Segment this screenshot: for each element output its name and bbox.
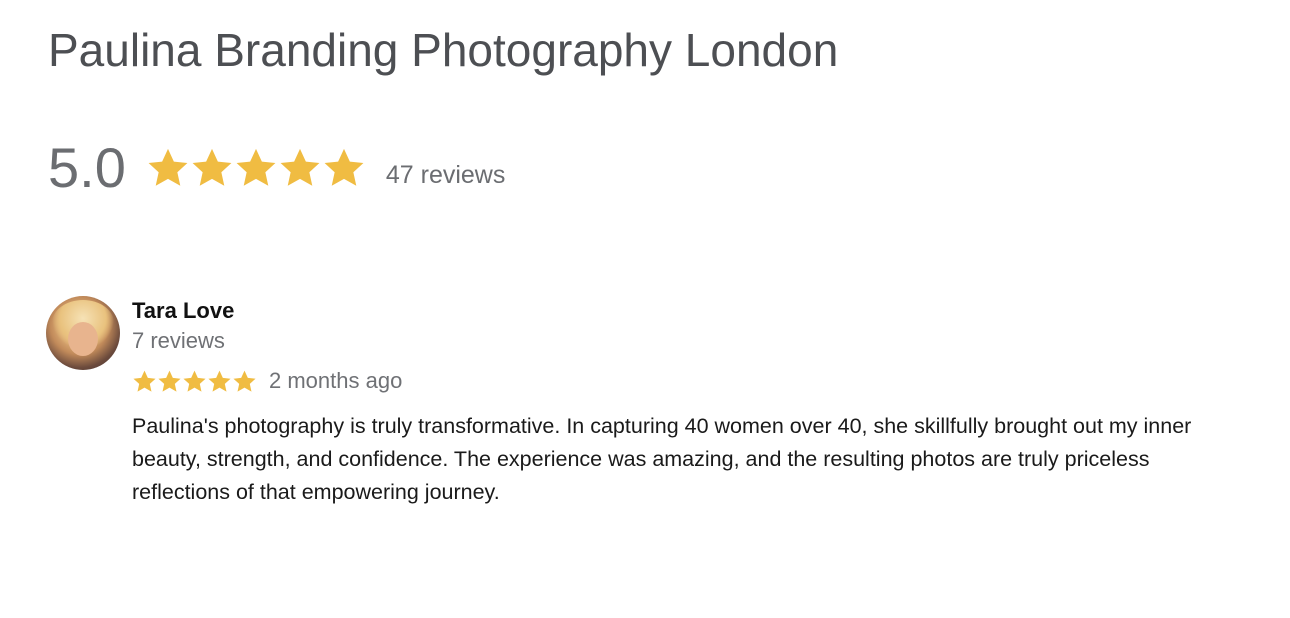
review-text: Paulina's photography is truly transform… <box>132 414 1192 504</box>
review-stars <box>132 369 257 394</box>
review-date: 2 months ago <box>269 368 403 393</box>
avatar[interactable] <box>46 296 120 370</box>
star-icon <box>232 369 257 394</box>
star-icon <box>157 369 182 394</box>
rating-stars <box>146 146 366 190</box>
star-icon <box>132 369 157 394</box>
reviews-count-link[interactable]: 47 reviews <box>386 161 506 190</box>
review-meta: 2 months ago <box>132 368 402 394</box>
reviewer-name[interactable]: Tara Love <box>132 298 234 324</box>
star-icon <box>322 146 366 190</box>
rating-value: 5.0 <box>48 136 126 199</box>
star-icon <box>190 146 234 190</box>
star-icon <box>182 369 207 394</box>
star-icon <box>207 369 232 394</box>
business-title: Paulina Branding Photography London <box>48 24 839 76</box>
star-icon <box>234 146 278 190</box>
rating-summary: 5.0 47 reviews <box>48 136 505 200</box>
star-icon <box>146 146 190 190</box>
star-icon <box>278 146 322 190</box>
reviewer-review-count: 7 reviews <box>132 328 225 353</box>
